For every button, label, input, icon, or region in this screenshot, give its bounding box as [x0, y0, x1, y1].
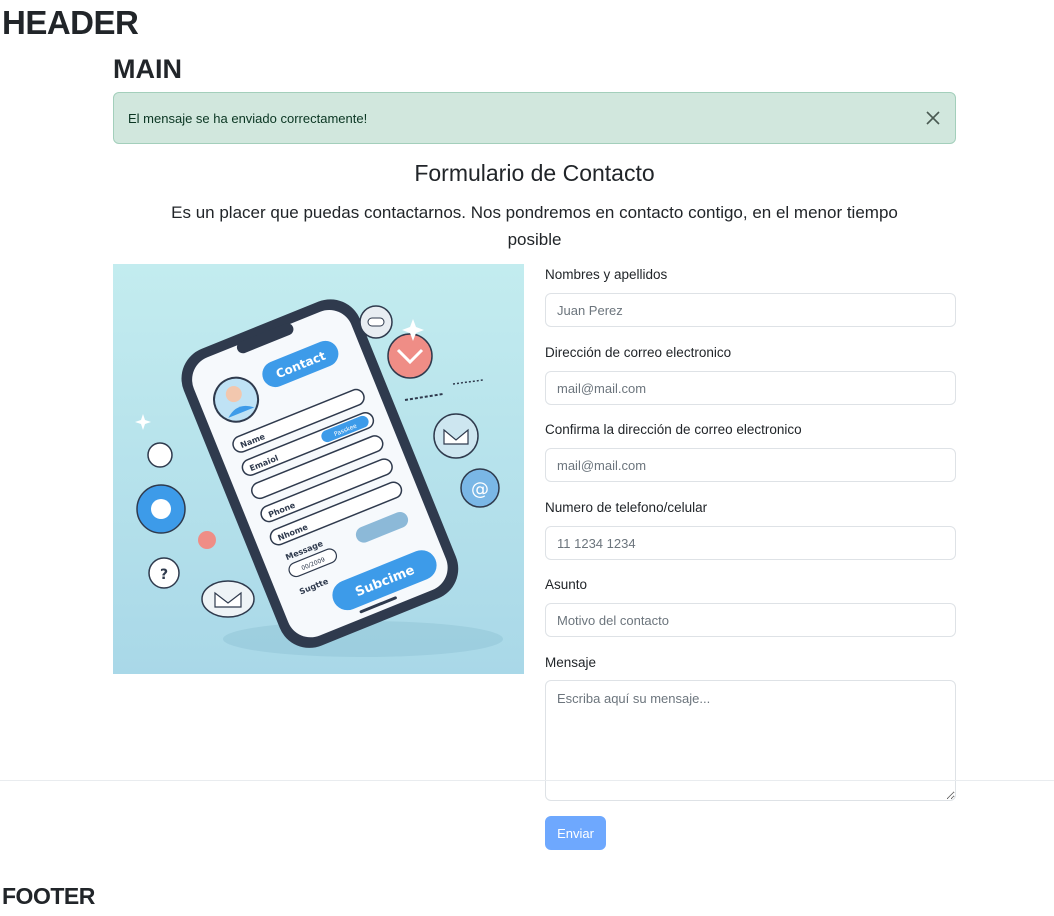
main-title: MAIN	[113, 54, 182, 84]
section-divider	[0, 780, 1054, 781]
message-label: Mensaje	[545, 655, 597, 670]
close-icon[interactable]	[923, 108, 943, 128]
svg-text:?: ?	[160, 567, 168, 583]
phone-label: Numero de telefono/celular	[545, 500, 708, 515]
form-title: Formulario de Contacto	[414, 160, 655, 186]
success-alert: El mensaje se ha enviado correctamente!	[113, 92, 956, 144]
subject-input[interactable]	[545, 603, 956, 637]
svg-text:@: @	[471, 479, 489, 500]
email-label: Dirección de correo electronico	[545, 345, 732, 360]
name-label: Nombres y apellidos	[545, 267, 668, 282]
submit-button[interactable]: Enviar	[545, 816, 606, 850]
footer-title: FOOTER	[2, 883, 95, 909]
header-title: HEADER	[2, 4, 139, 41]
email-confirm-input[interactable]	[545, 448, 956, 482]
subject-label: Asunto	[545, 577, 588, 592]
alert-message: El mensaje se ha enviado correctamente!	[128, 111, 368, 126]
contact-illustration: Contact Name Emaiol Passkee Phone Nhome …	[113, 264, 524, 674]
form-subtitle: Es un placer que puedas contactarnos. No…	[171, 203, 898, 249]
email-input[interactable]	[545, 371, 956, 405]
email-confirm-label: Confirma la dirección de correo electron…	[545, 422, 802, 437]
name-input[interactable]	[545, 293, 956, 327]
phone-input[interactable]	[545, 526, 956, 560]
message-textarea[interactable]	[545, 680, 956, 801]
